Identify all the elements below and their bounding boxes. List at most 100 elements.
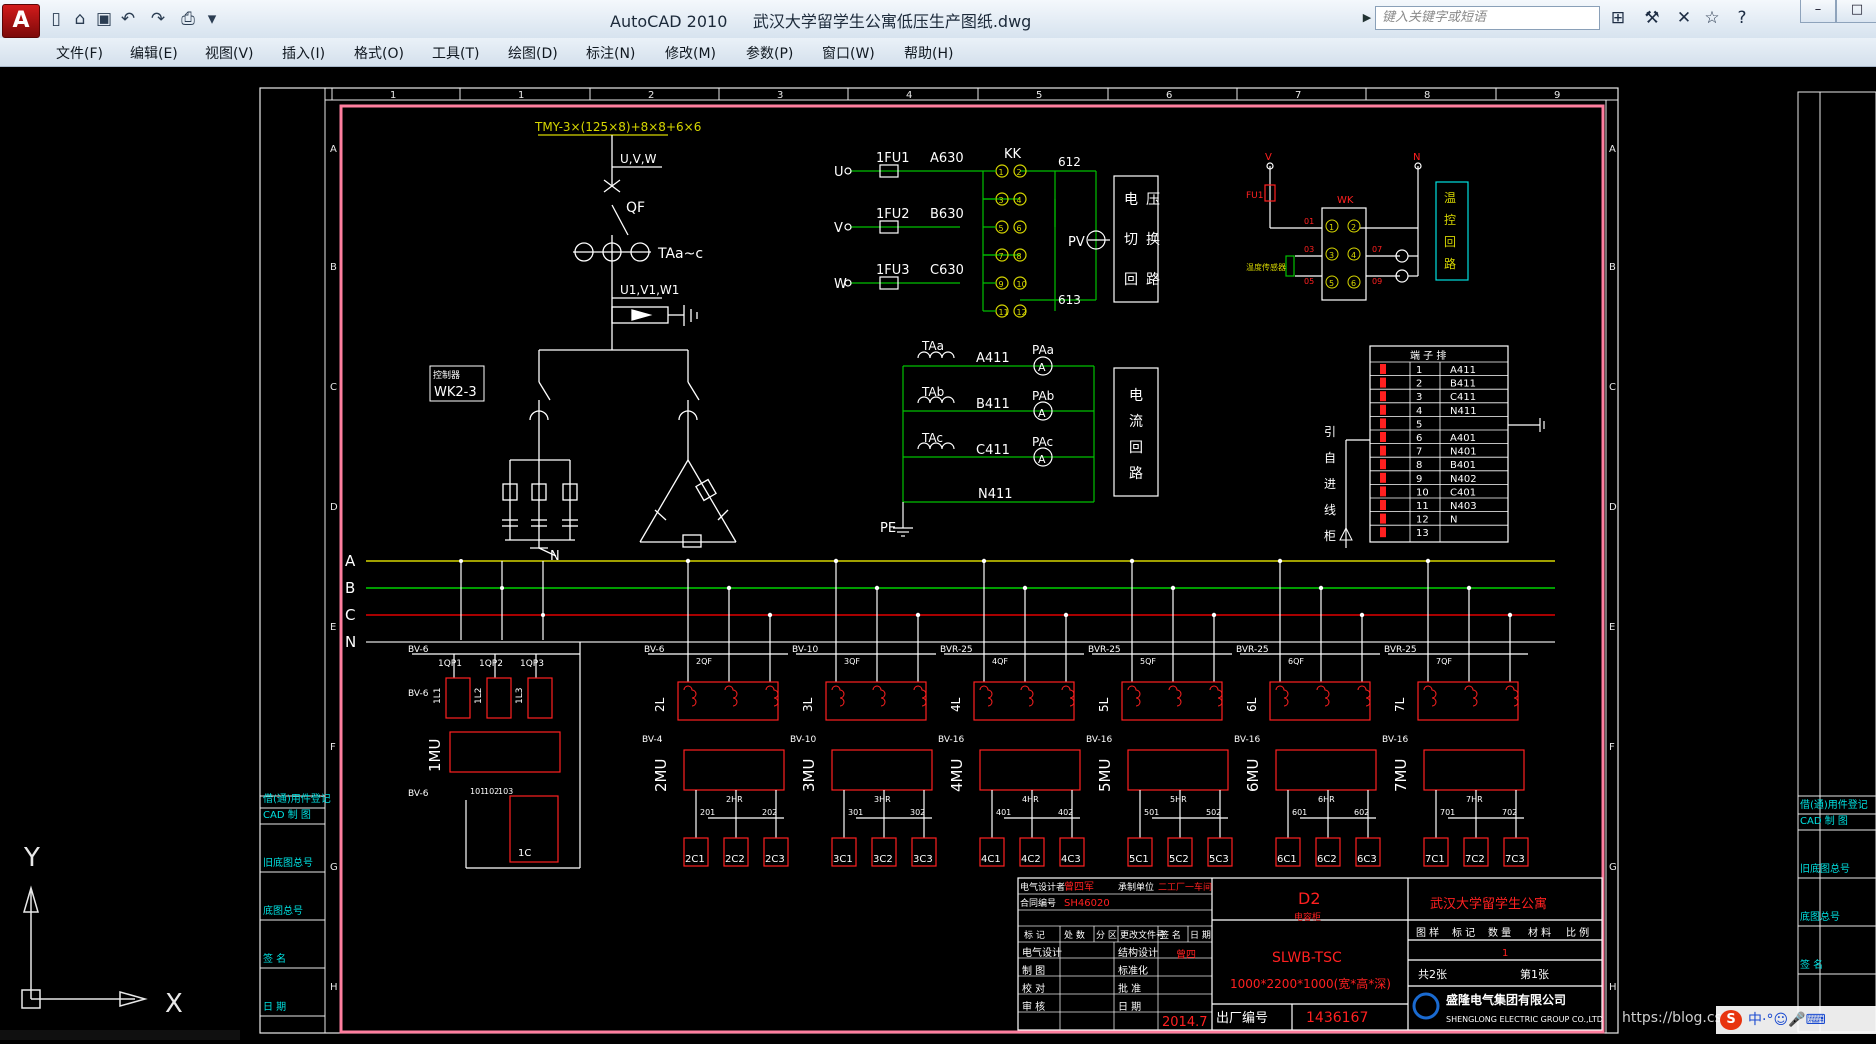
- menu-help[interactable]: 帮助(H): [904, 43, 953, 63]
- group-terminal-label: 302: [910, 808, 925, 817]
- print-icon[interactable]: ⎙: [176, 8, 200, 30]
- group-terminal-label: 701: [1440, 808, 1455, 817]
- menu-draw[interactable]: 绘图(D): [508, 43, 558, 63]
- tb-project: 武汉大学留学生公寓: [1430, 896, 1547, 912]
- group-mu-box: [1275, 749, 1377, 791]
- application-menu-button[interactable]: A: [2, 4, 40, 38]
- ruler-top-tick: 2: [648, 90, 654, 101]
- terminal-red-mark: [1380, 364, 1386, 374]
- tb-maker-label: 承制单位: [1118, 881, 1154, 893]
- group-capacitor-label: 3C3: [913, 854, 933, 865]
- busbar-spec: TMY-3×(125×8)+8×8+6×6: [534, 120, 701, 134]
- save-icon[interactable]: ▣: [92, 8, 116, 30]
- help-icon[interactable]: ?: [1730, 6, 1754, 30]
- group-reactor-box: [825, 681, 927, 721]
- group-reactor-box: [1269, 681, 1371, 721]
- menu-parameter[interactable]: 参数(P): [746, 43, 793, 63]
- ruler-top-tick: 8: [1424, 90, 1430, 101]
- tb-designer-label: 电气设计者: [1020, 881, 1065, 893]
- subscription-icon[interactable]: ✕: [1672, 6, 1696, 30]
- left-strip-label: 借(通)用件登记: [263, 792, 331, 805]
- menu-view[interactable]: 视图(V): [205, 43, 254, 63]
- terminal-red-mark: [1380, 472, 1386, 483]
- group-capacitor-label: 3C1: [833, 854, 853, 865]
- open-file-icon[interactable]: ⌂: [68, 8, 92, 30]
- undo-icon[interactable]: ↶: [116, 8, 140, 30]
- menu-window[interactable]: 窗口(W): [822, 43, 875, 63]
- menu-insert[interactable]: 插入(I): [282, 43, 325, 63]
- layout-tabs[interactable]: [0, 1030, 240, 1040]
- bus-n-label: N: [345, 633, 356, 651]
- tb-model-sub: 电容柜: [1294, 911, 1321, 923]
- feeder1-wire-label: BV-6: [408, 645, 429, 655]
- tb-designer: 曾四军: [1064, 880, 1094, 893]
- search-expand-icon[interactable]: ▶: [1360, 6, 1374, 30]
- tb-maker: 二工厂一车间: [1158, 881, 1212, 893]
- capacitor-groups: BV-6 2QF 2L BV-4 2MU 2HR 201 202 2C1 2C2 2C3 BV-10 3…: [642, 558, 1529, 867]
- menu-edit[interactable]: 编辑(E): [130, 43, 178, 63]
- terminal-red-mark: [1380, 377, 1386, 388]
- group-capacitor-label: 4C1: [981, 854, 1001, 865]
- junction: [1170, 585, 1176, 591]
- menu-tools[interactable]: 工具(T): [432, 43, 479, 63]
- ucs-x-label: X: [165, 989, 183, 1019]
- terminal-red-mark: [1380, 527, 1386, 538]
- current-wire-label: C411: [976, 443, 1010, 458]
- group-wire-label: BV-16: [1382, 735, 1409, 745]
- communication-center-icon[interactable]: ⚒: [1640, 6, 1664, 30]
- sogou-ime-icon[interactable]: S: [1720, 1010, 1742, 1030]
- menu-dimension[interactable]: 标注(N): [586, 43, 635, 63]
- junction: [1507, 612, 1513, 618]
- junction: [1318, 585, 1324, 591]
- ctrl-wire-label: 01: [1304, 217, 1314, 226]
- controller-model: WK2-3: [434, 385, 477, 400]
- tb-row-label: 日 期: [1118, 1001, 1141, 1013]
- reactor-coil: [831, 685, 845, 707]
- terminal-no: 10: [1416, 487, 1429, 498]
- maximize-button[interactable]: □: [1836, 0, 1876, 23]
- ammeter-symbol: A: [1038, 361, 1046, 374]
- terminal-wire: C411: [1450, 392, 1476, 403]
- group-reactor-box: [1121, 681, 1223, 721]
- ruler-side-tick: F: [1609, 742, 1615, 753]
- feeder1-l-label: 1L3: [515, 688, 525, 704]
- current-labels: TAa TAb TAc A411 B411 C411 PAa PAb PAc A A A N411 PE 电…: [880, 339, 1143, 536]
- terminal-red-mark: [1380, 418, 1386, 429]
- group-reactor-box: [973, 681, 1075, 721]
- group-reactor-box: [677, 681, 779, 721]
- group-capacitor-label: 2C3: [765, 854, 785, 865]
- feeder1-qp-label: 1QP3: [520, 659, 544, 669]
- tb-info-col: 材 料: [1528, 926, 1551, 939]
- terminal-wire: A411: [1450, 365, 1476, 376]
- junction: [1359, 612, 1365, 618]
- minimize-button[interactable]: –: [1800, 0, 1836, 23]
- redo-icon[interactable]: ↷: [146, 8, 170, 30]
- ruler-side-tick: B: [330, 262, 337, 273]
- ruler-side-tick: B: [1609, 262, 1616, 273]
- search-input[interactable]: 键入关键字或短语: [1375, 6, 1600, 30]
- left-strip-label: 底图总号: [263, 904, 303, 917]
- ctrl-wire-label: 07: [1372, 245, 1382, 254]
- busbars: [366, 560, 1555, 643]
- group-l-label: 4L: [949, 697, 963, 712]
- drawing-canvas[interactable]: 1123456789 AABBCCDDEEFFGGHH 借(通)用件登记 CAD …: [0, 67, 1876, 1040]
- menu-format[interactable]: 格式(O): [354, 43, 404, 63]
- file-name: 武汉大学留学生公寓低压生产图纸.dwg: [752, 12, 1032, 31]
- new-file-icon[interactable]: ▯: [44, 8, 68, 30]
- terminal-side-label: 柜: [1324, 529, 1336, 543]
- wk-label: WK: [1337, 195, 1354, 206]
- ammeter-label: PAa: [1032, 343, 1054, 357]
- favorites-star-icon[interactable]: ☆: [1700, 6, 1724, 30]
- terminal-no: 7: [1416, 447, 1422, 458]
- capacitor-group-7: BVR-25 7QF 7L BV-16 7MU 7HR 701 702 7C1 7C2 7C3: [1382, 558, 1529, 867]
- binoculars-icon[interactable]: ⊞: [1606, 6, 1630, 30]
- group-capacitor-label: 5C2: [1169, 854, 1189, 865]
- group-capacitor-label: 6C1: [1277, 854, 1297, 865]
- qat-dropdown-icon[interactable]: ▾: [200, 8, 224, 30]
- menu-file[interactable]: 文件(F): [56, 43, 103, 63]
- ctrl-wire-label: 03: [1304, 245, 1314, 254]
- terminal-red-mark: [1380, 513, 1386, 524]
- ruler-side-tick: H: [1609, 982, 1617, 993]
- menu-modify[interactable]: 修改(M): [665, 43, 716, 63]
- terminal-no: 4: [1416, 406, 1422, 417]
